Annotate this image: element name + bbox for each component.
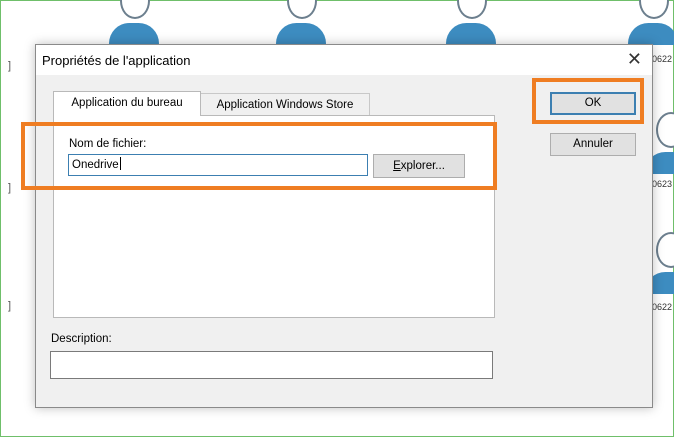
user-avatar-icon — [276, 0, 326, 45]
filename-input[interactable]: Onedrive — [68, 154, 368, 176]
description-label: Description: — [51, 333, 112, 345]
application-properties-dialog: Propriétés de l'application ✕ Applicatio… — [35, 44, 653, 408]
browse-button-label: Explorer... — [393, 160, 445, 172]
tab-desktop-app[interactable]: Application du bureau — [53, 91, 201, 116]
filename-label: Nom de fichier: — [69, 138, 147, 150]
user-avatar-icon — [446, 0, 496, 45]
text-caret — [119, 157, 121, 170]
background-bracket: ] — [8, 60, 12, 72]
dialog-title: Propriétés de l'application — [42, 53, 191, 68]
filename-value: Onedrive — [72, 159, 119, 171]
background-bracket: ] — [8, 300, 12, 312]
ok-button[interactable]: OK — [550, 92, 636, 115]
background-label: 0622 — [652, 54, 673, 64]
description-input[interactable] — [50, 351, 493, 379]
close-icon[interactable]: ✕ — [627, 49, 642, 69]
user-avatar-icon — [628, 0, 674, 45]
tab-windows-store-app[interactable]: Application Windows Store — [200, 93, 370, 116]
user-avatar-icon — [109, 0, 159, 45]
background-label: 0622 — [652, 302, 673, 312]
dialog-titlebar: Propriétés de l'application ✕ — [36, 45, 652, 75]
browse-button[interactable]: Explorer... — [373, 154, 465, 178]
background-label: 0623 — [652, 179, 673, 189]
cancel-button[interactable]: Annuler — [550, 133, 636, 156]
background-bracket: ] — [8, 182, 12, 194]
